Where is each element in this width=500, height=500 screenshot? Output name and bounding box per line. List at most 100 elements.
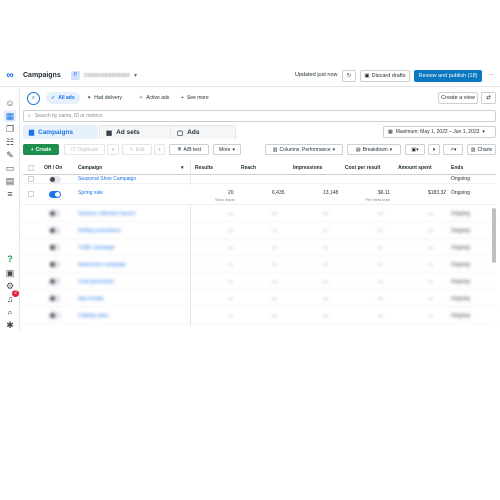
table-row[interactable]: Catalog sales — — — — — Ongoing — [23, 308, 496, 324]
campaign-name-link[interactable]: Catalog sales — [78, 313, 108, 319]
ads-manager-window: ∞ Campaigns P 208886888888888 ▾ Updated … — [0, 65, 500, 330]
customize-icon[interactable]: ⇄ — [481, 92, 496, 104]
pages-icon[interactable]: ❐ — [4, 123, 16, 135]
breakdown-icon: ▤ — [355, 146, 361, 153]
campaign-toggle[interactable] — [49, 261, 61, 268]
campaign-toggle[interactable] — [49, 295, 61, 302]
campaign-toggle[interactable] — [49, 312, 61, 319]
chart-icon: ▥ — [470, 146, 476, 153]
updated-status: Updated just now — [295, 72, 338, 78]
header-results[interactable]: Results — [195, 165, 213, 171]
ends-value: Ongoing — [451, 262, 470, 268]
charts-button[interactable]: ▥ Charts — [467, 144, 496, 155]
table-row[interactable]: Awareness campaign — — — — — Ongoing — [23, 257, 496, 273]
header-reach[interactable]: Reach — [241, 165, 256, 171]
meta-logo-icon[interactable]: ∞ — [0, 70, 20, 81]
sort-icon[interactable]: ▾ — [181, 165, 184, 171]
export-button[interactable]: ↗▾ — [443, 144, 463, 155]
filter-active-ads[interactable]: ✧ Active ads — [134, 92, 174, 104]
table-row[interactable]: App installs — — — — — Ongoing — [23, 291, 496, 307]
account-id[interactable]: 208886888888888 — [84, 73, 130, 79]
bug-report-icon[interactable]: ✱ — [4, 319, 16, 330]
header-amount-spent[interactable]: Amount spent — [398, 165, 432, 171]
campaign-toggle[interactable] — [49, 210, 61, 217]
search-icon[interactable]: ⌕ — [4, 306, 16, 318]
filter-had-delivery[interactable]: ✦ Had delivery — [82, 92, 127, 104]
campaign-toggle[interactable] — [49, 191, 61, 198]
duplicate-dropdown-icon[interactable]: ▾ — [107, 144, 119, 155]
menu-icon[interactable]: ≡ — [4, 188, 16, 200]
results-value: — — [228, 313, 233, 319]
more-button[interactable]: More ▾ — [213, 144, 241, 155]
chevron-down-icon[interactable]: ▾ — [134, 72, 137, 79]
header-impressions[interactable]: Impressions — [293, 165, 322, 171]
megaphone-icon[interactable]: ✎ — [4, 149, 16, 161]
audiences-icon[interactable]: ☷ — [4, 136, 16, 148]
campaign-name-link[interactable]: Lead generation — [78, 279, 114, 285]
refresh-button[interactable]: ↻ — [342, 70, 356, 82]
review-publish-button[interactable]: Review and publish (18) — [414, 70, 482, 82]
table-row[interactable]: Holiday promotions — — — — — Ongoing — [23, 223, 496, 239]
ends-value: Ongoing — [451, 296, 470, 302]
filter-see-more[interactable]: + See more — [176, 92, 214, 104]
campaign-toggle[interactable] — [49, 227, 61, 234]
cost-per-result-value: — — [378, 245, 383, 251]
columns-button[interactable]: ▥ Columns: Performance ▾ — [265, 144, 343, 155]
reports-dropdown-icon[interactable]: ▾ — [428, 144, 440, 155]
account-badge[interactable]: P — [70, 71, 80, 80]
campaign-toggle[interactable] — [49, 244, 61, 251]
reports-button[interactable]: ▣▾ — [405, 144, 425, 155]
ends-value: Ongoing — [451, 211, 470, 217]
campaign-name-link[interactable]: Spring sale — [78, 190, 103, 196]
search-input[interactable]: ⌕ Search by name, ID or metrics — [23, 110, 496, 122]
duplicate-button[interactable]: ❐ Duplicate — [64, 144, 105, 155]
notifications-bell-icon[interactable]: ♫ 2 — [4, 290, 19, 305]
breakdown-button[interactable]: ▤ Breakdown ▾ — [347, 144, 401, 155]
search-toggle-icon[interactable]: ⌕ — [27, 92, 40, 105]
table-row[interactable]: Lead generation — — — — — Ongoing — [23, 274, 496, 290]
table-row[interactable]: Spring sale 20 Sites leads 6,435 13,148 … — [23, 185, 496, 205]
filter-all-ads[interactable]: ✓ All ads — [46, 92, 80, 104]
campaign-toggle[interactable] — [49, 176, 61, 183]
campaign-name-link[interactable]: Holiday promotions — [78, 228, 121, 234]
account-overview-icon[interactable]: ☺ — [4, 97, 16, 109]
header-ends[interactable]: Ends — [451, 165, 463, 171]
table-row[interactable]: Traffic campaign — — — — — Ongoing — [23, 240, 496, 256]
campaign-name-link[interactable]: App installs — [78, 296, 104, 302]
row-checkbox[interactable] — [28, 176, 34, 182]
campaign-name-link[interactable]: Traffic campaign — [78, 245, 115, 251]
header-cost-per-result[interactable]: Cost per result — [345, 165, 380, 171]
edit-dropdown-icon[interactable]: ▾ — [154, 144, 165, 155]
row-checkbox[interactable] — [28, 191, 34, 197]
chevron-down-icon: ▾ — [332, 146, 336, 153]
tab-campaigns[interactable]: ▆ Campaigns — [23, 125, 98, 139]
reports-icon[interactable]: ▤ — [4, 175, 16, 187]
reach-value: — — [272, 296, 277, 302]
campaign-toggle[interactable] — [49, 278, 61, 285]
campaigns-grid-icon[interactable]: ▦ — [4, 110, 16, 122]
report-icon: ▣▾ — [411, 146, 419, 153]
ab-test-button[interactable]: ⚗ A/B test — [169, 144, 209, 155]
more-options-icon[interactable]: ⋯ — [485, 70, 497, 82]
edit-button[interactable]: ✎ Edit — [122, 144, 152, 155]
discard-drafts-button[interactable]: ▣ Discard drafts — [360, 70, 410, 82]
campaign-name-link[interactable]: Awareness campaign — [78, 262, 126, 268]
help-icon[interactable]: ? — [4, 253, 16, 265]
select-all-checkbox[interactable] — [28, 165, 34, 171]
date-range-picker[interactable]: ▦ Maximum: May 1, 2022 – Jun 1, 2023 ▾ — [383, 126, 496, 138]
results-value: 20 — [228, 190, 234, 196]
vertical-scrollbar[interactable] — [492, 208, 496, 263]
header-off-on[interactable]: Off / On — [44, 165, 62, 171]
campaign-name-link[interactable]: Seasonal Shoe Campaign — [78, 176, 136, 182]
amount-spent-value: — — [428, 262, 433, 268]
reach-value: — — [272, 279, 277, 285]
header-campaign[interactable]: Campaign — [78, 165, 102, 171]
billing-icon[interactable]: ▭ — [4, 162, 16, 174]
table-row[interactable]: Summer collection launch — — — — — Ongoi… — [23, 206, 496, 222]
table-row[interactable]: Seasonal Shoe Campaign Ongoing — [23, 175, 496, 184]
create-button[interactable]: + Create — [23, 144, 59, 155]
tab-ads[interactable]: ▢ Ads — [170, 125, 236, 139]
create-view-button[interactable]: Create a view — [438, 92, 478, 104]
news-icon[interactable]: ▣ — [4, 267, 16, 279]
campaign-name-link[interactable]: Summer collection launch — [78, 211, 135, 217]
